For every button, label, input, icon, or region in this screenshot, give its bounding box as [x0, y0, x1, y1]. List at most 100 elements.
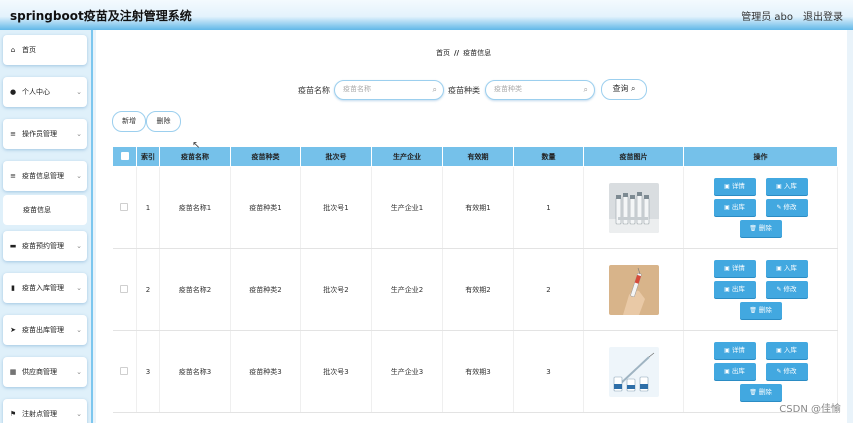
- stock-in-button[interactable]: ▣ 入库: [765, 260, 808, 277]
- row-delete-label: 删除: [758, 224, 772, 232]
- sidebar-item-injection-points[interactable]: ⚑ 注射点管理 ⌄: [3, 399, 87, 423]
- cell-type: 疫苗种类1: [230, 166, 301, 249]
- search-icon: ⌕: [432, 85, 437, 94]
- chevron-down-icon: ⌄: [76, 326, 82, 334]
- sidebar-item-profile[interactable]: ● 个人中心 ⌄: [3, 77, 87, 107]
- detail-label: 详情: [731, 264, 745, 272]
- sidebar-item-stock-out[interactable]: ➤ 疫苗出库管理 ⌄: [3, 315, 87, 345]
- vaccine-name-input[interactable]: 疫苗名称 ⌕: [334, 80, 444, 100]
- cell-expiry: 有效期1: [442, 166, 514, 249]
- stock-in-label: 入库: [783, 182, 797, 190]
- edit-icon: ✎: [776, 204, 782, 211]
- select-all-cell: [112, 146, 137, 167]
- add-button[interactable]: 新增: [112, 111, 146, 132]
- table-row: 2 疫苗名称2 疫苗种类2 批次号2 生产企业2 有效期2 2 ▣ 详情 ▣ 入…: [112, 248, 838, 331]
- chevron-down-icon: ⌄: [76, 410, 82, 418]
- detail-icon: ▣: [724, 347, 730, 354]
- stock-in-icon: ▣: [776, 347, 782, 354]
- vaccine-thumbnail[interactable]: [608, 346, 659, 397]
- edit-button[interactable]: ✎ 修改: [765, 363, 808, 380]
- sidebar-subitem-vaccine-info[interactable]: 疫苗信息: [3, 195, 87, 225]
- row-select-cell: [112, 330, 137, 413]
- vaccine-type-placeholder: 疫苗种类: [494, 85, 522, 93]
- search-icon: ⌕: [631, 84, 636, 93]
- edit-button[interactable]: ✎ 修改: [765, 199, 808, 216]
- grid-icon: ▦: [9, 368, 17, 376]
- stock-out-label: 出库: [731, 367, 745, 375]
- sidebar-item-home[interactable]: ⌂ 首页: [3, 35, 87, 65]
- select-all-checkbox[interactable]: [120, 151, 129, 160]
- stock-out-icon: ▣: [724, 368, 730, 375]
- vaccine-thumbnail[interactable]: [608, 182, 659, 233]
- stock-out-button[interactable]: ▣ 出库: [713, 281, 756, 298]
- table-header-row: 索引 疫苗名称 疫苗种类 批次号 生产企业 有效期 数量 疫苗图片 操作: [112, 146, 838, 167]
- stock-in-button[interactable]: ▣ 入库: [765, 178, 808, 195]
- current-user: 管理员 abo: [741, 12, 793, 23]
- chevron-down-icon: ⌄: [76, 172, 82, 180]
- cell-name: 疫苗名称2: [159, 248, 231, 331]
- sidebar-item-booking[interactable]: ▬ 疫苗预约管理 ⌄: [3, 231, 87, 261]
- detail-label: 详情: [731, 182, 745, 190]
- cell-name: 疫苗名称3: [159, 330, 231, 413]
- column-header: 索引: [136, 146, 160, 167]
- chevron-down-icon: ⌄: [76, 88, 82, 96]
- detail-button[interactable]: ▣ 详情: [713, 178, 756, 195]
- sidebar-item-label: 疫苗入库管理: [22, 284, 64, 292]
- row-checkbox[interactable]: [120, 284, 129, 293]
- trash-icon: 🗑: [749, 307, 757, 314]
- sidebar-item-label: 注射点管理: [22, 410, 57, 418]
- logout-button[interactable]: 退出登录: [803, 8, 843, 23]
- cell-maker: 生产企业3: [371, 330, 443, 413]
- edit-icon: ✎: [776, 286, 782, 293]
- cell-index: 1: [136, 166, 160, 249]
- briefcase-icon: ▬: [9, 242, 17, 250]
- row-select-cell: [112, 166, 137, 249]
- row-checkbox[interactable]: [120, 202, 129, 211]
- row-checkbox[interactable]: [120, 366, 129, 375]
- vaccine-thumbnail[interactable]: [608, 264, 659, 315]
- column-header: 批次号: [300, 146, 372, 167]
- cell-maker: 生产企业1: [371, 166, 443, 249]
- stock-in-label: 入库: [783, 346, 797, 354]
- sidebar-item-label: 疫苗信息: [23, 206, 51, 214]
- query-button-label: 查询: [612, 84, 629, 93]
- query-button[interactable]: 查询 ⌕: [601, 79, 647, 100]
- list-icon: ≡: [10, 130, 16, 138]
- cell-quantity: 1: [513, 166, 584, 249]
- vaccine-type-input[interactable]: 疫苗种类 ⌕: [485, 80, 595, 100]
- stock-in-icon: ▣: [776, 265, 782, 272]
- breadcrumb-current: 疫苗信息: [463, 49, 492, 57]
- detail-label: 详情: [731, 346, 745, 354]
- stock-out-icon: ▣: [724, 286, 730, 293]
- sidebar-item-vaccine-info[interactable]: ≡ 疫苗信息管理 ⌄: [3, 161, 87, 191]
- search-icon: ⌕: [583, 85, 588, 94]
- vaccine-type-label: 疫苗种类: [448, 86, 480, 95]
- row-delete-label: 删除: [758, 306, 772, 314]
- cell-batch: 批次号3: [300, 330, 372, 413]
- stock-out-button[interactable]: ▣ 出库: [713, 363, 756, 380]
- column-header: 操作: [683, 146, 838, 167]
- edit-label: 修改: [783, 285, 797, 293]
- list-icon: ≡: [10, 172, 16, 180]
- stock-out-label: 出库: [731, 203, 745, 211]
- vaccine-name-label: 疫苗名称: [298, 86, 330, 95]
- sidebar-item-stock-in[interactable]: ▮ 疫苗入库管理 ⌄: [3, 273, 87, 303]
- breadcrumb-home[interactable]: 首页: [436, 49, 450, 57]
- row-delete-button[interactable]: 🗑 删除: [739, 384, 782, 401]
- sidebar-item-operators[interactable]: ≡ 操作员管理 ⌄: [3, 119, 87, 149]
- cell-expiry: 有效期3: [442, 330, 514, 413]
- row-delete-button[interactable]: 🗑 删除: [739, 220, 782, 237]
- cell-index: 3: [136, 330, 160, 413]
- edit-button[interactable]: ✎ 修改: [765, 281, 808, 298]
- stock-in-button[interactable]: ▣ 入库: [765, 342, 808, 359]
- main-content: 首页 //疫苗信息 疫苗名称 疫苗名称 ⌕ 疫苗种类 疫苗种类 ⌕ 查询 ⌕ 新增…: [96, 30, 847, 423]
- sidebar-item-label: 个人中心: [22, 88, 50, 96]
- cell-image: [583, 166, 684, 249]
- sidebar-item-suppliers[interactable]: ▦ 供应商管理 ⌄: [3, 357, 87, 387]
- detail-icon: ▣: [724, 183, 730, 190]
- stock-out-button[interactable]: ▣ 出库: [713, 199, 756, 216]
- detail-button[interactable]: ▣ 详情: [713, 342, 756, 359]
- row-delete-button[interactable]: 🗑 删除: [739, 302, 782, 319]
- detail-button[interactable]: ▣ 详情: [713, 260, 756, 277]
- delete-button[interactable]: 删除: [146, 111, 181, 132]
